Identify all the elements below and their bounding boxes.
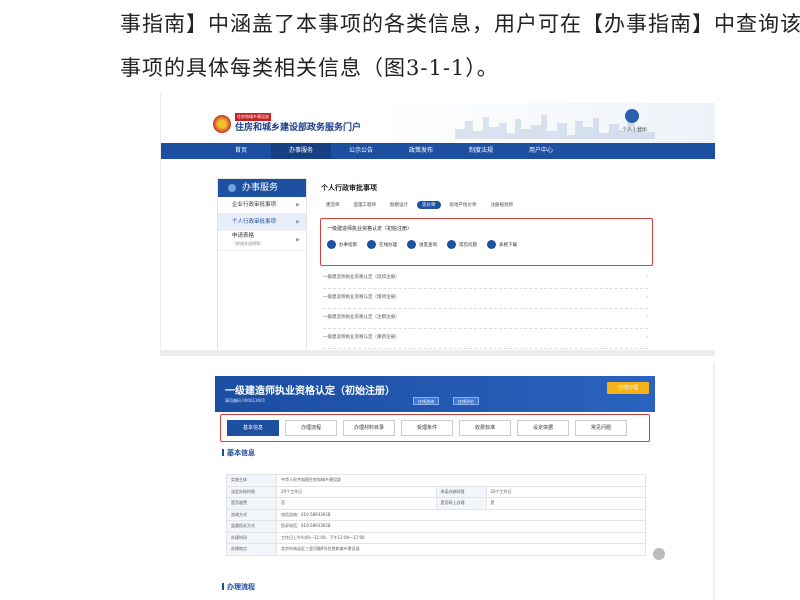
paragraph-line-2: 事项的具体每类相关信息（图3-1-1）。 bbox=[120, 56, 499, 80]
tab-appraiser[interactable]: 房地产估价师 bbox=[445, 201, 482, 209]
sidebar: 办事服务 企业行政审批事项 ▶ 个人行政审批事项 ▶ 申请表格 （附相关说明等）… bbox=[217, 178, 307, 356]
chevron-right-icon: › bbox=[646, 314, 648, 320]
tab-basis[interactable]: 设定依据 bbox=[517, 420, 569, 436]
table-row: 是否收费否是否网上办理是 bbox=[226, 497, 646, 510]
national-emblem-icon bbox=[213, 115, 231, 133]
progress-button[interactable]: 进度查询 bbox=[407, 240, 437, 249]
site-title: 住房和城乡建设部政务服务门户 bbox=[235, 123, 362, 133]
guide-icon bbox=[327, 240, 336, 249]
sidebar-item-label: 个人行政审批事项 bbox=[232, 219, 277, 225]
chevron-right-icon: ▶ bbox=[296, 202, 300, 208]
list-item[interactable]: 一级建造师执业资格认定（增项注册） › bbox=[323, 294, 648, 309]
main-nav: 首页 办事服务 公示公告 政策发布 制度法规 用户中心 bbox=[161, 143, 715, 159]
sidebar-item-enterprise[interactable]: 企业行政审批事项 ▶ bbox=[218, 197, 306, 214]
tab-basic-info[interactable]: 基本信息 bbox=[227, 420, 279, 436]
tab-faq[interactable]: 常见问题 bbox=[575, 420, 627, 436]
table-row: 法定办结时限 20个工作日 承诺办结时限 20个工作日 bbox=[226, 485, 646, 498]
user-avatar-icon[interactable] bbox=[625, 109, 639, 123]
section-basic-info: 基本信息 bbox=[222, 448, 255, 458]
tab-planner[interactable]: 注册规划师 bbox=[486, 201, 519, 209]
chevron-right-icon: › bbox=[646, 274, 648, 280]
portal-screenshot-detail: 一级建造师执业资格认定（初始注册） 事项编码 000013001 在线咨询 在线… bbox=[160, 362, 715, 600]
nav-user-center[interactable]: 用户中心 bbox=[511, 143, 571, 159]
browser-status-bar bbox=[161, 350, 715, 356]
download-button[interactable]: 表格下载 bbox=[487, 240, 517, 249]
scrollbar[interactable] bbox=[713, 362, 715, 600]
chevron-right-icon: › bbox=[646, 294, 648, 300]
tab-survey[interactable]: 勘察设计 bbox=[385, 201, 413, 209]
user-label[interactable]: 个人 | 登出 bbox=[622, 126, 647, 133]
item-code: 事项编码 000013001 bbox=[225, 398, 266, 403]
sidebar-item-note: （附相关说明等） bbox=[232, 241, 264, 246]
apply-online-button[interactable]: 在线办理 bbox=[367, 240, 397, 249]
tab-fees[interactable]: 收费标准 bbox=[459, 420, 511, 436]
nav-notices[interactable]: 公示公告 bbox=[331, 143, 391, 159]
main-content: 个人行政审批事项 建造师 监理工程师 勘察设计 造价师 房地产估价师 注册规划师… bbox=[317, 178, 653, 356]
sidebar-item-forms[interactable]: 申请表格 （附相关说明等） ▶ bbox=[218, 231, 306, 251]
scroll-top-icon[interactable] bbox=[653, 548, 665, 560]
section-title: 个人行政审批事项 bbox=[321, 184, 377, 192]
download-icon bbox=[487, 240, 496, 249]
item-title: 一级建造师执业资格认定（初始注册） bbox=[225, 386, 395, 397]
tab-materials[interactable]: 办理材料目录 bbox=[343, 420, 395, 436]
item-title[interactable]: 一级建造师执业资格认定（初始注册） bbox=[321, 219, 652, 232]
table-row: 咨询方式 电话咨询：010-58933928 bbox=[226, 508, 646, 521]
apply-online-button[interactable]: 在线办理 bbox=[607, 382, 649, 394]
table-row: 监督投诉方式 投诉电话：010-58933928 bbox=[226, 520, 646, 533]
list-item[interactable]: 一级建造师执业资格认定（延续注册） › bbox=[323, 274, 648, 289]
tab-supervisor[interactable]: 监理工程师 bbox=[349, 201, 382, 209]
basic-info-table: 实施主体 中华人民共和国住房和城乡建设部 法定办结时限 20个工作日 承诺办结时限 20… bbox=[226, 474, 646, 556]
nav-policies[interactable]: 政策发布 bbox=[391, 143, 451, 159]
section-process: 办理流程 bbox=[222, 582, 255, 592]
table-row: 办理时间 工作日上午9:00—11:00，下午13:00—17:00 bbox=[226, 531, 646, 544]
chevron-right-icon: › bbox=[646, 334, 648, 340]
sidebar-item-label: 企业行政审批事项 bbox=[232, 202, 277, 208]
portal-header: 住房和城乡建设部 住房和城乡建设部政务服务门户 个人 | 登出 bbox=[161, 103, 715, 143]
nav-services[interactable]: 办事服务 bbox=[271, 143, 331, 159]
detail-tabs: 基本信息 办理流程 办理材料目录 受理条件 收费标准 设定依据 常见问题 bbox=[220, 414, 650, 442]
paragraph-line-1: 事指南】中涵盖了本事项的各类信息，用户可在【办事指南】中查询该 bbox=[120, 12, 800, 36]
sidebar-item-personal[interactable]: 个人行政审批事项 ▶ bbox=[218, 214, 306, 231]
tab-cost[interactable]: 造价师 bbox=[417, 201, 441, 209]
table-row: 实施主体 中华人民共和国住房和城乡建设部 bbox=[226, 474, 646, 487]
faq-button[interactable]: 常见问题 bbox=[447, 240, 477, 249]
portal-screenshot-list: 住房和城乡建设部 住房和城乡建设部政务服务门户 个人 | 登出 首页 办事服务 … bbox=[160, 92, 715, 356]
sidebar-title: 办事服务 bbox=[218, 179, 306, 197]
item-banner: 一级建造师执业资格认定（初始注册） 事项编码 000013001 在线咨询 在线… bbox=[215, 376, 655, 412]
guide-button[interactable]: 办事指南 bbox=[327, 240, 357, 249]
tab-constructor[interactable]: 建造师 bbox=[321, 201, 345, 209]
progress-icon bbox=[407, 240, 416, 249]
sidebar-item-label: 申请表格 bbox=[232, 233, 255, 239]
apply-icon bbox=[367, 240, 376, 249]
nav-regulations[interactable]: 制度法规 bbox=[451, 143, 511, 159]
list-item[interactable]: 一级建造师执业资格认定（重新注册） › bbox=[323, 334, 648, 349]
list-item[interactable]: 一级建造师执业资格认定（注销注册） › bbox=[323, 314, 648, 329]
portal-topbar bbox=[161, 92, 715, 103]
highlighted-item: 一级建造师执业资格认定（初始注册） 办事指南 在线办理 进度查询 常见问题 表格… bbox=[320, 218, 653, 266]
chevron-right-icon: ▶ bbox=[296, 237, 300, 243]
table-row: 办理地点 北京市海淀区三里河路9号住房和城乡建设部 bbox=[226, 543, 646, 556]
tab-process[interactable]: 办理流程 bbox=[285, 420, 337, 436]
nav-home[interactable]: 首页 bbox=[211, 143, 271, 159]
tab-conditions[interactable]: 受理条件 bbox=[401, 420, 453, 436]
faq-icon bbox=[447, 240, 456, 249]
category-tabs: 建造师 监理工程师 勘察设计 造价师 房地产估价师 注册规划师 bbox=[317, 193, 653, 209]
consult-button[interactable]: 在线咨询 bbox=[413, 397, 439, 405]
chevron-right-icon: ▶ bbox=[296, 219, 300, 225]
evaluate-button[interactable]: 在线评价 bbox=[453, 397, 479, 405]
